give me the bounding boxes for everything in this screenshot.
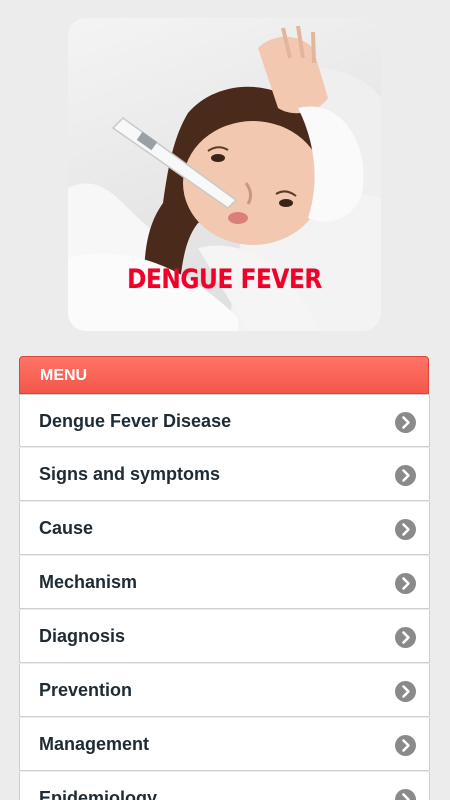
chevron-right-circle-icon [395,412,416,433]
menu-item-diagnosis[interactable]: Diagnosis [19,610,430,663]
menu-item-management[interactable]: Management [19,718,430,771]
menu-item-prevention[interactable]: Prevention [19,664,430,717]
menu-item-label: Signs and symptoms [39,464,221,484]
menu-item-dengue-fever-disease[interactable]: Dengue Fever Disease [19,394,430,447]
chevron-right-circle-icon [395,465,416,486]
menu-item-epidemiology[interactable]: Epidemiology [19,772,430,800]
menu-item-label: Diagnosis [39,626,126,646]
menu-item-label: Dengue Fever Disease [39,411,232,431]
menu-item-cause[interactable]: Cause [19,502,430,555]
menu-list: Dengue Fever Disease Signs and symptoms … [19,394,430,800]
menu-item-label: Management [39,734,150,754]
menu-header: MENU [19,356,429,394]
chevron-right-circle-icon [395,789,416,800]
chevron-right-circle-icon [395,627,416,648]
menu-item-label: Mechanism [39,572,138,592]
chevron-right-circle-icon [395,735,416,756]
hero-caption: DENGUE FEVER [127,264,322,295]
menu-item-mechanism[interactable]: Mechanism [19,556,430,609]
menu-item-label: Cause [39,518,94,538]
chevron-right-circle-icon [395,519,416,540]
menu-item-label: Prevention [39,680,133,700]
hero-image: DENGUE FEVER [68,18,381,331]
menu-item-signs-and-symptoms[interactable]: Signs and symptoms [19,448,430,501]
chevron-right-circle-icon [395,681,416,702]
menu-item-label: Epidemiology [39,788,158,800]
chevron-right-circle-icon [395,573,416,594]
app-screen: DENGUE FEVER MENU Dengue Fever Disease S… [0,0,450,800]
